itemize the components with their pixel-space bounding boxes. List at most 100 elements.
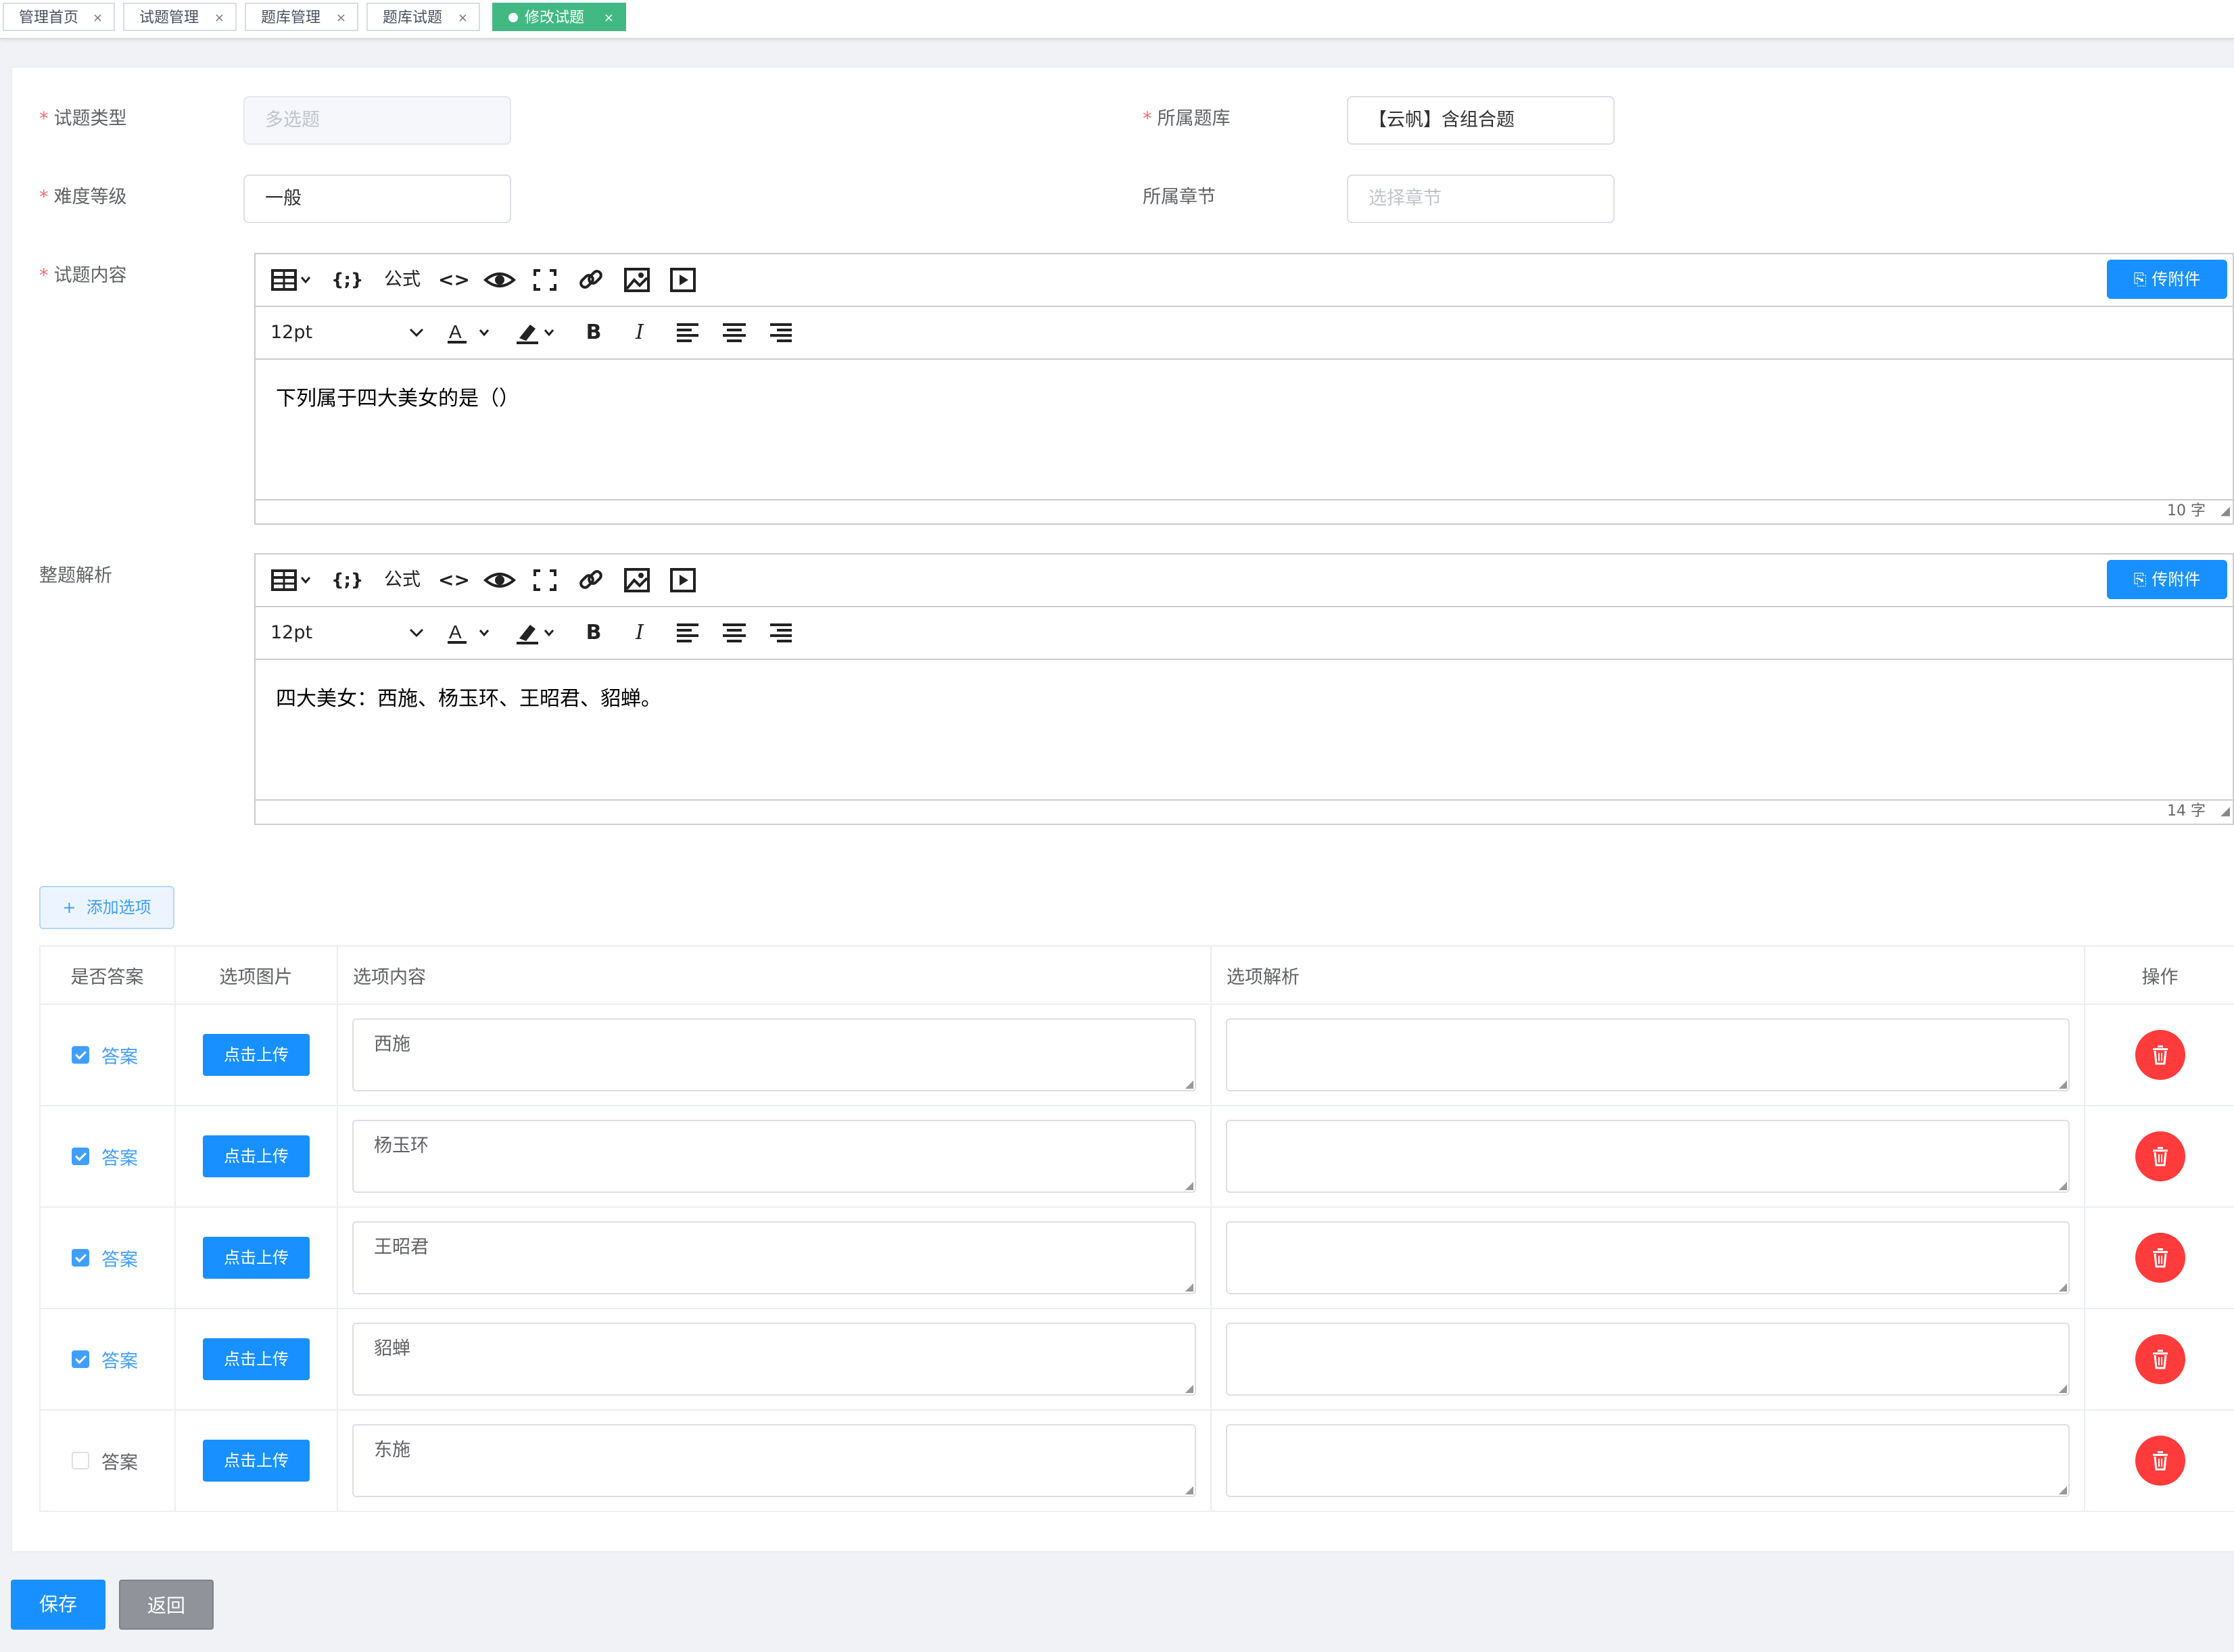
option-analysis-input[interactable]: ◢ [1226, 1018, 2070, 1091]
code-icon[interactable]: <> [438, 567, 470, 594]
formula-button[interactable]: 公式 [380, 266, 425, 293]
answer-label[interactable]: 答案 [101, 1047, 138, 1068]
font-size-select[interactable]: 12pt [270, 319, 312, 346]
align-left-icon[interactable] [675, 619, 702, 646]
italic-icon[interactable]: I [629, 319, 650, 346]
bank-select[interactable]: 【云帆】含组合题 [1347, 96, 1615, 145]
eye-icon[interactable] [483, 266, 517, 293]
link-icon[interactable] [577, 266, 604, 293]
chapter-select[interactable]: 选择章节 [1347, 174, 1615, 223]
answer-label[interactable]: 答案 [101, 1250, 138, 1271]
delete-option-button[interactable] [2135, 1233, 2185, 1283]
delete-option-button[interactable] [2135, 1131, 2185, 1181]
upload-attachment-button[interactable]: ⎘ 传附件 [2107, 560, 2227, 599]
answer-checkbox[interactable] [72, 1249, 89, 1267]
resize-handle-icon: ◢ [1185, 1179, 1193, 1191]
braces-icon[interactable]: {;} [331, 567, 363, 594]
option-analysis-input[interactable]: ◢ [1226, 1221, 2070, 1294]
tab-admin-home[interactable]: 管理首页 × [3, 3, 115, 31]
resize-handle-icon[interactable]: ◢ [2220, 500, 2230, 522]
font-color-icon[interactable]: A [446, 319, 495, 346]
eye-icon[interactable] [483, 567, 517, 594]
tab-bank-questions[interactable]: 题库试题 × [366, 3, 480, 31]
answer-checkbox[interactable] [72, 1148, 89, 1165]
upload-attachment-button[interactable]: ⎘ 传附件 [2107, 260, 2227, 299]
chevron-down-icon[interactable] [408, 619, 425, 655]
upload-image-button[interactable]: 点击上传 [203, 1237, 310, 1279]
save-button[interactable]: 保存 [11, 1580, 105, 1630]
braces-icon[interactable]: {;} [331, 266, 363, 293]
delete-option-button[interactable] [2135, 1436, 2185, 1486]
fullscreen-icon[interactable] [531, 266, 558, 293]
close-icon[interactable]: × [604, 4, 614, 32]
upload-image-button[interactable]: 点击上传 [203, 1034, 310, 1076]
back-button[interactable]: 返回 [119, 1580, 214, 1630]
delete-option-button[interactable] [2135, 1030, 2185, 1080]
chevron-down-icon[interactable] [408, 319, 425, 354]
difficulty-select[interactable]: 一般 [243, 174, 511, 223]
option-content-input[interactable]: 西施 ◢ [352, 1018, 1196, 1091]
close-icon[interactable]: × [93, 4, 103, 32]
analysis-text-area[interactable]: 四大美女：西施、杨玉环、王昭君、貂蝉。 [256, 660, 2233, 799]
option-content-input[interactable]: 王昭君 ◢ [352, 1221, 1196, 1294]
option-content-input[interactable]: 东施 ◢ [352, 1424, 1196, 1497]
answer-checkbox[interactable] [72, 1046, 89, 1064]
table-icon[interactable] [268, 567, 316, 594]
option-analysis-input[interactable]: ◢ [1226, 1323, 2070, 1396]
close-icon[interactable]: × [336, 4, 346, 32]
font-color-icon[interactable]: A [446, 619, 495, 646]
table-icon[interactable] [268, 266, 316, 293]
analysis-label: 整题解析 [39, 565, 112, 586]
delete-option-button[interactable] [2135, 1334, 2185, 1384]
bold-icon[interactable]: B [583, 619, 604, 646]
video-icon[interactable] [669, 567, 696, 594]
resize-handle-icon: ◢ [1185, 1280, 1193, 1293]
content-text-area[interactable]: 下列属于四大美女的是（） [256, 360, 2233, 499]
option-content-input[interactable]: 貂蝉 ◢ [352, 1323, 1196, 1396]
upload-image-button[interactable]: 点击上传 [203, 1440, 310, 1482]
tab-question-mgmt[interactable]: 试题管理 × [123, 3, 237, 31]
code-icon[interactable]: <> [438, 266, 470, 293]
question-type-label: * 试题类型 [39, 108, 127, 129]
align-right-icon[interactable] [767, 319, 794, 346]
word-count-bar: 14 字 ◢ [256, 799, 2233, 824]
close-icon[interactable]: × [458, 4, 468, 32]
bold-icon[interactable]: B [583, 319, 604, 346]
italic-icon[interactable]: I [629, 619, 650, 646]
option-content-input[interactable]: 杨玉环 ◢ [352, 1120, 1196, 1193]
tab-edit-question[interactable]: 修改试题 × [492, 3, 626, 31]
answer-checkbox[interactable] [72, 1452, 89, 1469]
add-option-button[interactable]: + 添加选项 [39, 886, 174, 929]
align-center-icon[interactable] [721, 619, 748, 646]
image-icon[interactable] [623, 266, 650, 293]
highlight-color-icon[interactable] [515, 619, 564, 646]
option-analysis-input[interactable]: ◢ [1226, 1120, 2070, 1193]
answer-label[interactable]: 答案 [101, 1351, 138, 1372]
formula-button[interactable]: 公式 [380, 567, 425, 594]
trash-icon [2153, 1045, 2168, 1065]
video-icon[interactable] [669, 266, 696, 293]
attach-icon: ⎘ [2133, 570, 2152, 589]
answer-label[interactable]: 答案 [101, 1148, 138, 1169]
align-left-icon[interactable] [675, 319, 702, 346]
svg-text:A: A [449, 321, 462, 342]
font-size-select[interactable]: 12pt [270, 619, 312, 646]
tags-view-bar: 管理首页 × 试题管理 × 题库管理 × 题库试题 × 修改试题 × [0, 0, 2234, 39]
answer-checkbox[interactable] [72, 1350, 89, 1368]
image-icon[interactable] [623, 567, 650, 594]
highlight-color-icon[interactable] [515, 319, 564, 346]
word-count: 10 字 [2167, 502, 2206, 519]
option-analysis-input[interactable]: ◢ [1226, 1424, 2070, 1497]
close-icon[interactable]: × [214, 4, 224, 32]
link-icon[interactable] [577, 567, 604, 594]
tab-bank-mgmt[interactable]: 题库管理 × [245, 3, 358, 31]
align-center-icon[interactable] [721, 319, 748, 346]
trash-icon [2153, 1147, 2168, 1166]
upload-image-button[interactable]: 点击上传 [203, 1338, 310, 1380]
resize-handle-icon: ◢ [2058, 1483, 2067, 1496]
align-right-icon[interactable] [767, 619, 794, 646]
resize-handle-icon[interactable]: ◢ [2220, 801, 2230, 822]
answer-label[interactable]: 答案 [101, 1453, 138, 1473]
upload-image-button[interactable]: 点击上传 [203, 1135, 310, 1177]
fullscreen-icon[interactable] [531, 567, 558, 594]
